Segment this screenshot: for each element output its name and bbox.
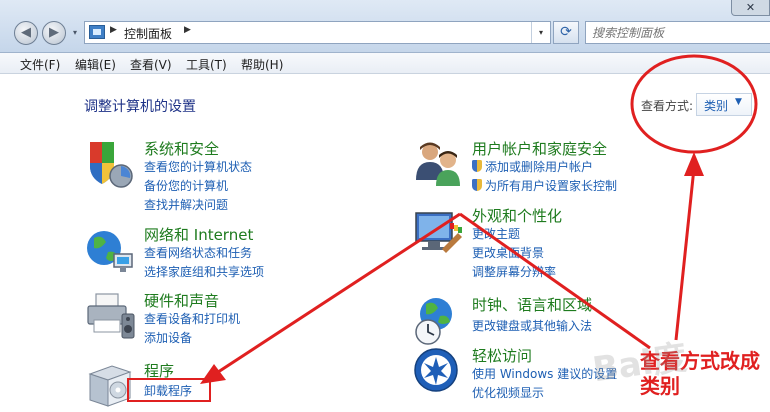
view-by-dropdown[interactable]: 类别 ▼ <box>696 93 752 116</box>
link-view-network-status[interactable]: 查看网络状态和任务 <box>144 244 252 261</box>
category-clock-language: 时钟、语言和区域 更改键盘或其他输入法 <box>412 294 742 346</box>
uac-shield-icon <box>472 160 482 172</box>
category-heading-user-accounts[interactable]: 用户帐户和家庭安全 <box>472 138 607 159</box>
link-view-computer-status[interactable]: 查看您的计算机状态 <box>144 158 252 175</box>
accessibility-icon <box>414 348 458 392</box>
link-label: 为所有用户设置家长控制 <box>485 179 618 193</box>
annotation-highlight-box <box>127 378 211 402</box>
category-heading-system-security[interactable]: 系统和安全 <box>144 138 219 159</box>
link-add-device[interactable]: 添加设备 <box>144 329 192 346</box>
users-icon <box>416 142 460 186</box>
view-by-value: 类别 <box>704 99 729 113</box>
forward-arrow-icon: ▶ <box>49 25 59 40</box>
category-heading-ease-of-access[interactable]: 轻松访问 <box>472 345 532 366</box>
breadcrumb-control-panel[interactable]: 控制面板 <box>124 25 172 42</box>
printer-icon <box>87 293 135 339</box>
category-system-security: 系统和安全 查看您的计算机状态 备份您的计算机 查找并解决问题 <box>84 138 364 213</box>
chevron-down-icon: ▾ <box>538 28 543 37</box>
address-dropdown[interactable]: ▾ <box>531 22 550 43</box>
page-title: 调整计算机的设置 <box>84 99 196 115</box>
security-shield-icon <box>90 142 133 188</box>
link-change-input-method[interactable]: 更改键盘或其他输入法 <box>472 317 592 334</box>
network-globe-icon <box>87 231 133 272</box>
chevron-down-icon: ▼ <box>735 97 742 107</box>
back-arrow-icon: ◀ <box>21 25 31 40</box>
forward-button[interactable]: ▶ <box>42 21 66 45</box>
menu-view[interactable]: 查看(V) <box>130 56 172 73</box>
category-programs: 程序 卸载程序 <box>84 360 364 408</box>
menu-file[interactable]: 文件(F) <box>20 56 60 73</box>
link-optimize-display[interactable]: 优化视频显示 <box>472 384 544 401</box>
category-network-internet: 网络和 Internet 查看网络状态和任务 选择家庭组和共享选项 <box>84 224 364 280</box>
link-parental-controls[interactable]: 为所有用户设置家长控制 <box>472 177 617 194</box>
chevron-down-icon: ▾ <box>72 28 77 37</box>
category-appearance: 外观和个性化 更改主题 更改桌面背景 调整屏幕分辨率 <box>412 205 742 280</box>
breadcrumb-separator-icon: ▶ <box>184 25 191 35</box>
link-backup-computer[interactable]: 备份您的计算机 <box>144 177 228 194</box>
refresh-button[interactable]: ⟳ <box>553 21 579 44</box>
menu-edit[interactable]: 编辑(E) <box>75 56 116 73</box>
link-add-remove-accounts[interactable]: 添加或删除用户帐户 <box>472 158 593 175</box>
menu-help[interactable]: 帮助(H) <box>241 56 283 73</box>
clock-globe-icon <box>415 298 452 345</box>
category-heading-hardware[interactable]: 硬件和声音 <box>144 290 219 311</box>
personalization-icon <box>415 212 462 253</box>
category-user-accounts: 用户帐户和家庭安全 添加或删除用户帐户 为所有用户设置家长控制 <box>412 138 742 194</box>
search-input[interactable] <box>592 25 762 40</box>
link-change-theme[interactable]: 更改主题 <box>472 225 520 242</box>
address-bar[interactable]: ▶ 控制面板 ▶ ▾ <box>84 21 551 44</box>
category-heading-clock[interactable]: 时钟、语言和区域 <box>472 294 592 315</box>
category-heading-network[interactable]: 网络和 Internet <box>144 224 253 245</box>
menu-bar: 文件(F) 编辑(E) 查看(V) 工具(T) 帮助(H) <box>0 53 770 74</box>
link-label: 添加或删除用户帐户 <box>485 160 594 174</box>
category-hardware-sound: 硬件和声音 查看设备和打印机 添加设备 <box>84 290 364 346</box>
navigation-bar: ◀ ▶ ▾ ▶ 控制面板 ▶ ▾ ⟳ <box>0 0 770 53</box>
back-button[interactable]: ◀ <box>14 21 38 45</box>
close-icon: ✕ <box>745 1 756 14</box>
uac-shield-icon <box>472 179 482 191</box>
link-view-devices-printers[interactable]: 查看设备和打印机 <box>144 310 240 327</box>
close-window-button[interactable]: ✕ <box>731 0 770 16</box>
view-by-label: 查看方式: <box>641 99 694 113</box>
link-homegroup-sharing[interactable]: 选择家庭组和共享选项 <box>144 263 264 280</box>
menu-tools[interactable]: 工具(T) <box>186 56 227 73</box>
category-heading-appearance[interactable]: 外观和个性化 <box>472 205 562 226</box>
link-screen-resolution[interactable]: 调整屏幕分辨率 <box>472 263 556 280</box>
link-change-background[interactable]: 更改桌面背景 <box>472 244 544 261</box>
breadcrumb-separator-icon: ▶ <box>110 25 117 35</box>
control-panel-icon <box>89 25 105 39</box>
history-dropdown[interactable]: ▾ <box>70 27 80 39</box>
link-troubleshoot[interactable]: 查找并解决问题 <box>144 196 228 213</box>
search-box[interactable] <box>585 21 770 44</box>
refresh-icon: ⟳ <box>560 24 572 40</box>
